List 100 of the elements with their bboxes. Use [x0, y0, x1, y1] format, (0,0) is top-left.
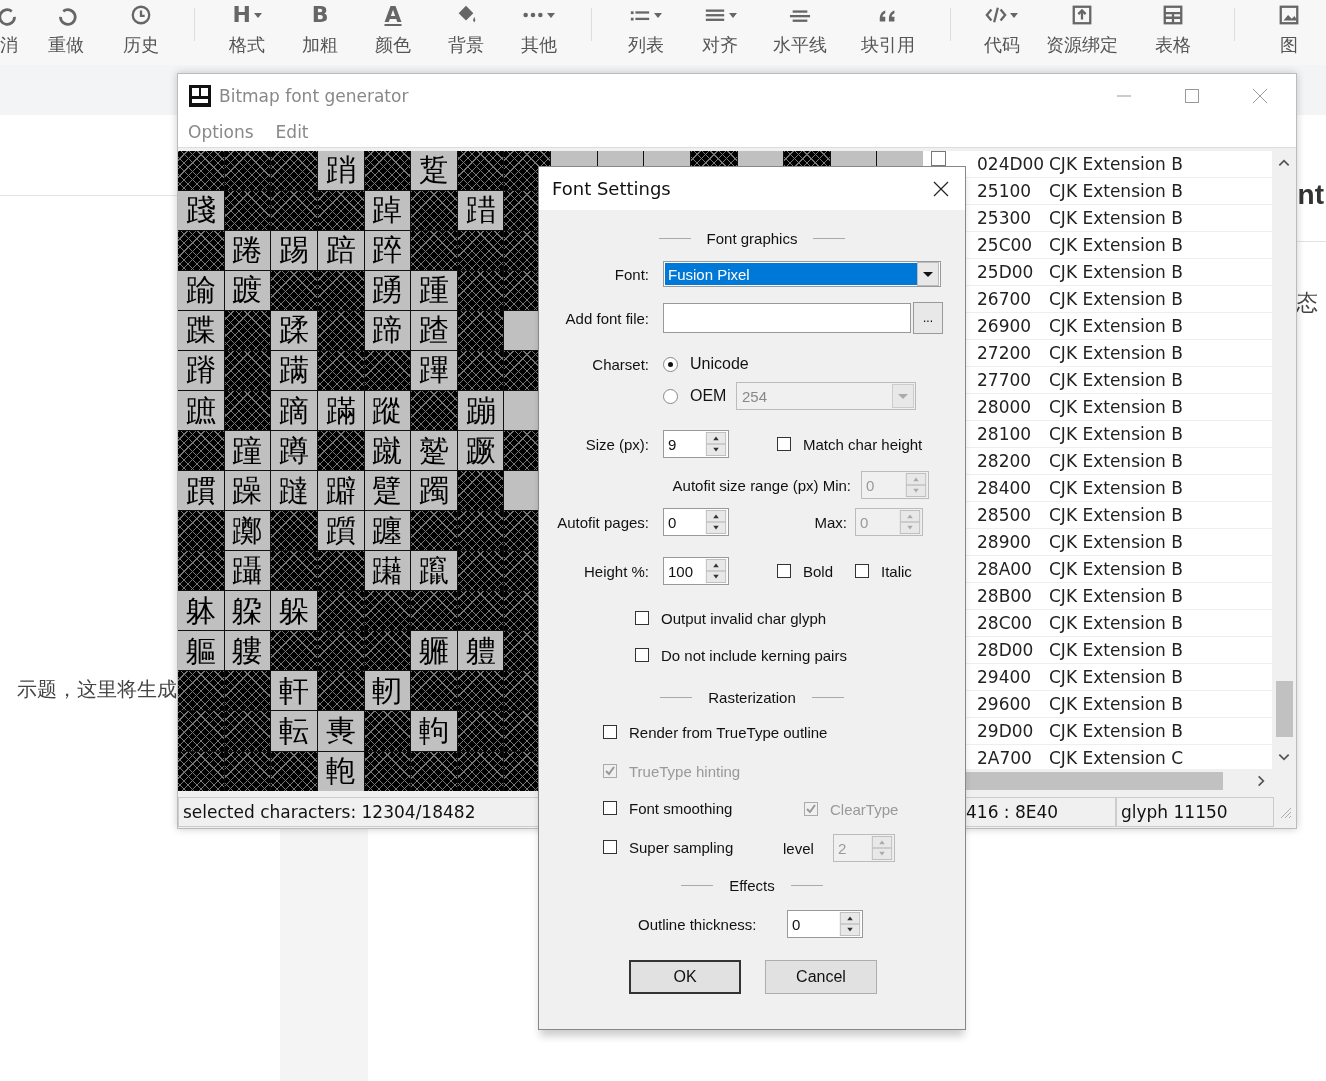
glyph-cell[interactable] [364, 631, 411, 671]
glyph-cell[interactable]: 転 [271, 711, 317, 751]
glyph-cell[interactable]: 蹢 [271, 391, 317, 431]
glyph-cell[interactable] [317, 310, 364, 350]
glyph-cell[interactable]: 蹲 [271, 431, 317, 471]
glyph-cell[interactable] [317, 350, 364, 390]
checkbox[interactable] [603, 840, 617, 855]
glyph-cell[interactable]: 軥 [411, 711, 457, 751]
glyph-cell[interactable] [317, 431, 364, 471]
glyph-cell[interactable]: 躥 [411, 551, 457, 591]
glyph-cell[interactable]: 躄 [364, 471, 411, 511]
toolbar-button[interactable]: A 颜色 [356, 0, 430, 65]
glyph-cell[interactable] [457, 711, 504, 751]
glyph-cell[interactable] [271, 511, 317, 551]
glyph-cell[interactable]: 踖 [457, 190, 504, 230]
glyph-cell[interactable]: 蹱 [224, 431, 271, 471]
glyph-cell[interactable]: 躑 [224, 511, 271, 551]
spin-arrows-icon[interactable] [705, 559, 727, 583]
checkbox[interactable] [635, 611, 649, 625]
checkbox[interactable] [603, 801, 617, 816]
glyph-cell[interactable] [411, 671, 457, 711]
glyph-cell[interactable]: 蹕 [411, 350, 457, 390]
glyph-cell[interactable] [317, 190, 364, 230]
scrollbar[interactable] [1272, 150, 1296, 769]
spin-arrows-icon[interactable] [705, 510, 727, 534]
glyph-cell[interactable]: 躲 [271, 591, 317, 631]
spin-arrows-icon[interactable] [705, 432, 727, 456]
glyph-cell[interactable] [178, 150, 224, 190]
spin-field[interactable]: 0 [663, 508, 729, 536]
glyph-cell[interactable] [178, 711, 224, 751]
toolbar-button[interactable]: 图 [1251, 0, 1326, 65]
browse-button[interactable]: ... [913, 302, 943, 334]
glyph-cell[interactable]: 踡 [224, 230, 271, 270]
glyph-cell[interactable] [178, 511, 224, 551]
glyph-cell[interactable]: 蹤 [364, 391, 411, 431]
toolbar-button[interactable]: 代码 [967, 0, 1037, 65]
glyph-cell[interactable]: 踃 [317, 150, 364, 190]
glyph-cell[interactable] [457, 270, 504, 310]
glyph-cell[interactable] [178, 671, 224, 711]
glyph-cell[interactable]: 軅 [411, 631, 457, 671]
glyph-cell[interactable] [411, 511, 457, 551]
toolbar-button[interactable]: 其他 [502, 0, 576, 65]
glyph-cell[interactable] [457, 751, 504, 791]
glyph-cell[interactable]: 踤 [364, 230, 411, 270]
glyph-cell[interactable]: 躅 [411, 471, 457, 511]
glyph-cell[interactable] [317, 270, 364, 310]
input-field[interactable] [663, 303, 911, 333]
glyph-cell[interactable] [411, 190, 457, 230]
maximize-icon[interactable] [1184, 87, 1200, 104]
glyph-cell[interactable] [457, 350, 504, 390]
toolbar-button[interactable]: 历史 [103, 0, 178, 65]
spin-field[interactable]: 100 [663, 557, 729, 585]
glyph-cell[interactable]: 軁 [224, 631, 271, 671]
glyph-cell[interactable] [457, 551, 504, 591]
glyph-cell[interactable]: 踰 [178, 270, 224, 310]
toolbar-button[interactable]: H 格式 [210, 0, 284, 65]
glyph-cell[interactable]: 踔 [364, 190, 411, 230]
toolbar-button[interactable]: 重做 [28, 0, 104, 65]
glyph-cell[interactable]: 軒 [271, 671, 317, 711]
glyph-cell[interactable]: 踴 [364, 270, 411, 310]
glyph-cell[interactable]: 軀 [178, 631, 224, 671]
glyph-cell[interactable] [364, 711, 411, 751]
glyph-cell[interactable]: 蹣 [317, 391, 364, 431]
font-dropdown[interactable]: Fusion Pixel [663, 261, 941, 287]
toolbar-button[interactable]: 消 [0, 0, 29, 65]
toolbar-button[interactable]: 列表 [608, 0, 683, 65]
glyph-cell[interactable] [224, 711, 271, 751]
glyph-cell[interactable] [411, 230, 457, 270]
glyph-cell[interactable] [364, 350, 411, 390]
glyph-cell[interactable] [411, 391, 457, 431]
glyph-cell[interactable]: 踵 [411, 270, 457, 310]
glyph-cell[interactable]: 軔 [364, 671, 411, 711]
glyph-cell[interactable] [224, 350, 271, 390]
glyph-cell[interactable] [224, 310, 271, 350]
glyph-cell[interactable]: 踐 [178, 190, 224, 230]
close-icon[interactable] [933, 180, 949, 197]
glyph-cell[interactable] [317, 551, 364, 591]
glyph-cell[interactable]: 蹅 [411, 310, 457, 350]
glyph-cell[interactable]: 踣 [317, 230, 364, 270]
glyph-cell[interactable] [317, 671, 364, 711]
glyph-cell[interactable] [178, 431, 224, 471]
glyph-cell[interactable] [224, 391, 271, 431]
glyph-cell[interactable]: 蹀 [178, 310, 224, 350]
toolbar-button[interactable]: 块引用 [842, 0, 935, 65]
toolbar-button[interactable]: 背景 [429, 0, 503, 65]
glyph-cell[interactable]: 躔 [364, 511, 411, 551]
glyph-cell[interactable] [224, 671, 271, 711]
glyph-cell[interactable] [317, 591, 364, 631]
glyph-cell[interactable] [364, 751, 411, 791]
glyph-cell[interactable]: 躀 [178, 471, 224, 511]
checkbox[interactable] [777, 564, 791, 578]
glyph-cell[interactable]: 踅 [411, 150, 457, 190]
glyph-cell[interactable]: 蹄 [364, 310, 411, 350]
toolbar-button[interactable]: 表格 [1128, 0, 1219, 65]
glyph-cell[interactable] [457, 511, 504, 551]
glyph-cell[interactable]: 躡 [224, 551, 271, 591]
glyph-cell[interactable]: 蹒 [271, 350, 317, 390]
toolbar-button[interactable]: B 加粗 [283, 0, 357, 65]
menu-item[interactable]: Options [188, 121, 254, 142]
glyph-cell[interactable]: 躂 [271, 471, 317, 511]
